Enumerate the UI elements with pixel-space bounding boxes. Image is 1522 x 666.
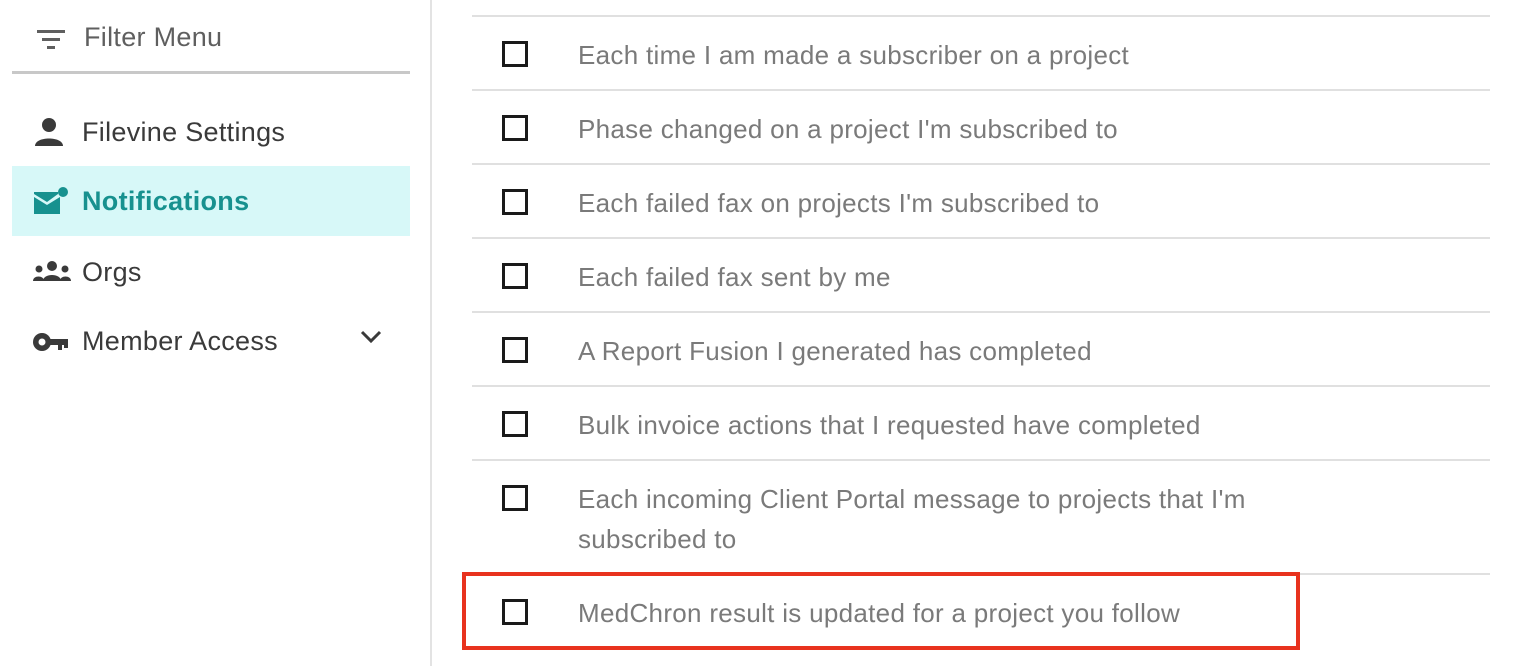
notification-label: Each failed fax sent by me [578,262,891,292]
notification-label: Each failed fax on projects I'm subscrib… [578,188,1100,218]
notification-checkbox[interactable] [502,263,528,289]
sidebar-item-label: Member Access [82,326,278,356]
notification-checkbox[interactable] [502,337,528,363]
filter-icon [36,28,68,57]
list-item: Phase changed on a project I'm subscribe… [472,91,1490,163]
sidebar-item-label: Notifications [82,186,250,216]
notification-checkbox[interactable] [502,41,528,67]
notification-label: Each time I am made a subscriber on a pr… [578,40,1130,70]
sidebar: Filter Menu Filevine Settings Notificati… [0,0,430,666]
notification-label: Phase changed on a project I'm subscribe… [578,114,1118,144]
sidebar-item-label: Filevine Settings [82,117,286,147]
list-item: Bulk invoice actions that I requested ha… [472,387,1490,459]
notification-label: MedChron result is updated for a project… [578,598,1181,628]
notification-checkbox[interactable] [502,411,528,437]
list-item: Each time I am made a subscriber on a pr… [472,17,1490,89]
notification-label: A Report Fusion I generated has complete… [578,336,1092,366]
group-icon [32,259,72,290]
chevron-down-icon[interactable] [360,330,382,349]
sidebar-item-notifications[interactable]: Notifications [12,166,410,236]
notification-label: Each incoming Client Portal message to p… [578,484,1246,554]
list-item: Each failed fax on projects I'm subscrib… [472,165,1490,237]
notification-settings-list: Each time I am made a subscriber on a pr… [472,0,1490,666]
filter-menu-label: Filter Menu [84,22,223,52]
list-item: Each failed fax sent by me [472,239,1490,311]
sidebar-item-member-access[interactable]: Member Access [12,306,410,376]
sidebar-divider [430,0,432,666]
list-item: A Report Fusion I generated has complete… [472,313,1490,385]
sidebar-item-orgs[interactable]: Orgs [12,237,410,307]
notification-checkbox[interactable] [502,599,528,625]
notification-checkbox[interactable] [502,485,528,511]
mail-notification-icon [32,186,70,221]
person-icon [32,117,66,152]
notification-checkbox[interactable] [502,189,528,215]
notification-checkbox[interactable] [502,115,528,141]
sidebar-item-filevine-settings[interactable]: Filevine Settings [12,97,410,167]
key-icon [32,330,70,359]
filter-menu[interactable]: Filter Menu [12,0,410,74]
notification-label: Bulk invoice actions that I requested ha… [578,410,1201,440]
sidebar-item-label: Orgs [82,257,142,287]
list-item: MedChron result is updated for a project… [472,575,1490,647]
list-item: Each incoming Client Portal message to p… [472,461,1490,573]
